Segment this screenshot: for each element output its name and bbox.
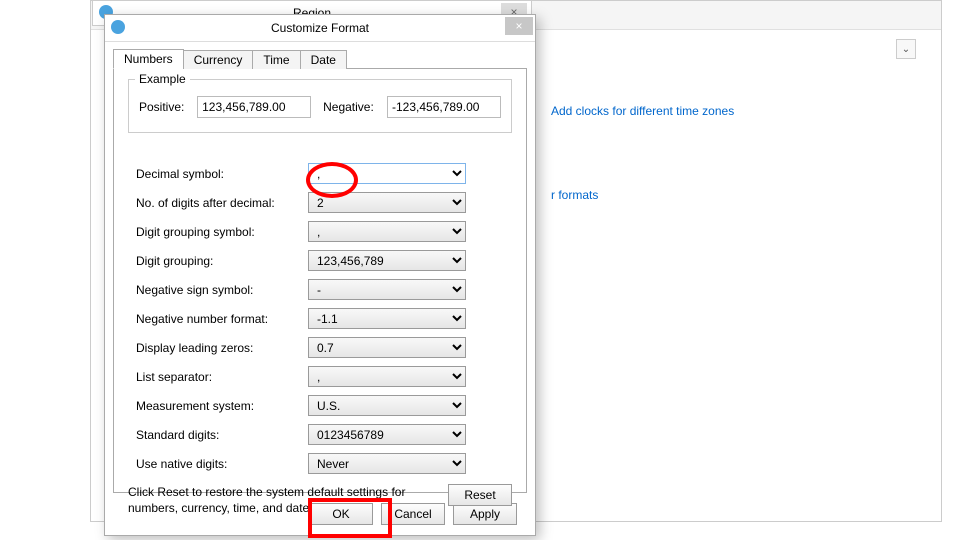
label-neg-format: Negative number format: bbox=[128, 312, 308, 326]
positive-example-field bbox=[197, 96, 311, 118]
select-grouping-symbol[interactable]: , bbox=[308, 221, 466, 242]
close-button[interactable]: × bbox=[505, 17, 533, 35]
tab-pane-numbers: Example Positive: Negative: Decimal symb… bbox=[113, 69, 527, 493]
label-native-digits: Use native digits: bbox=[128, 457, 308, 471]
row-std-digits: Standard digits: 0123456789 bbox=[128, 424, 512, 445]
tab-time[interactable]: Time bbox=[252, 50, 300, 69]
tab-numbers[interactable]: Numbers bbox=[113, 49, 184, 69]
link-add-clocks[interactable]: Add clocks for different time zones bbox=[551, 100, 941, 122]
negative-example-field bbox=[387, 96, 501, 118]
reset-hint: Click Reset to restore the system defaul… bbox=[128, 484, 438, 516]
select-list-sep[interactable]: , bbox=[308, 366, 466, 387]
select-grouping[interactable]: 123,456,789 bbox=[308, 250, 466, 271]
row-grouping-symbol: Digit grouping symbol: , bbox=[128, 221, 512, 242]
row-digits-after: No. of digits after decimal: 2 bbox=[128, 192, 512, 213]
select-std-digits[interactable]: 0123456789 bbox=[308, 424, 466, 445]
row-measurement: Measurement system: U.S. bbox=[128, 395, 512, 416]
tab-currency[interactable]: Currency bbox=[183, 50, 254, 69]
label-leading-zeros: Display leading zeros: bbox=[128, 341, 308, 355]
row-grouping: Digit grouping: 123,456,789 bbox=[128, 250, 512, 271]
label-list-sep: List separator: bbox=[128, 370, 308, 384]
dialog-titlebar: Customize Format × bbox=[105, 15, 535, 42]
positive-label: Positive: bbox=[139, 100, 191, 114]
row-neg-format: Negative number format: -1.1 bbox=[128, 308, 512, 329]
row-decimal-symbol: Decimal symbol: , bbox=[128, 163, 512, 184]
select-neg-sign[interactable]: - bbox=[308, 279, 466, 300]
label-measurement: Measurement system: bbox=[128, 399, 308, 413]
row-list-sep: List separator: , bbox=[128, 366, 512, 387]
label-digits-after: No. of digits after decimal: bbox=[128, 196, 308, 210]
example-legend: Example bbox=[135, 72, 190, 86]
select-decimal-symbol[interactable]: , bbox=[308, 163, 466, 184]
label-std-digits: Standard digits: bbox=[128, 428, 308, 442]
label-grouping: Digit grouping: bbox=[128, 254, 308, 268]
example-group: Example Positive: Negative: bbox=[128, 79, 512, 133]
bg-dropdown-arrow-icon[interactable] bbox=[896, 39, 916, 59]
select-digits-after[interactable]: 2 bbox=[308, 192, 466, 213]
label-grouping-symbol: Digit grouping symbol: bbox=[128, 225, 308, 239]
row-leading-zeros: Display leading zeros: 0.7 bbox=[128, 337, 512, 358]
link-formats-fragment[interactable]: r formats bbox=[551, 184, 941, 206]
dialog-title: Customize Format bbox=[271, 21, 369, 35]
tabs: Numbers Currency Time Date bbox=[113, 48, 527, 69]
label-neg-sign: Negative sign symbol: bbox=[128, 283, 308, 297]
label-decimal-symbol: Decimal symbol: bbox=[128, 167, 308, 181]
reset-button[interactable]: Reset bbox=[448, 484, 512, 506]
select-native-digits[interactable]: Never bbox=[308, 453, 466, 474]
negative-label: Negative: bbox=[323, 100, 381, 114]
row-native-digits: Use native digits: Never bbox=[128, 453, 512, 474]
customize-format-dialog: Customize Format × Numbers Currency Time… bbox=[104, 14, 536, 536]
row-neg-sign: Negative sign symbol: - bbox=[128, 279, 512, 300]
reset-row: Click Reset to restore the system defaul… bbox=[128, 484, 512, 516]
select-leading-zeros[interactable]: 0.7 bbox=[308, 337, 466, 358]
select-measurement[interactable]: U.S. bbox=[308, 395, 466, 416]
tab-date[interactable]: Date bbox=[300, 50, 347, 69]
select-neg-format[interactable]: -1.1 bbox=[308, 308, 466, 329]
globe-icon bbox=[111, 20, 125, 34]
